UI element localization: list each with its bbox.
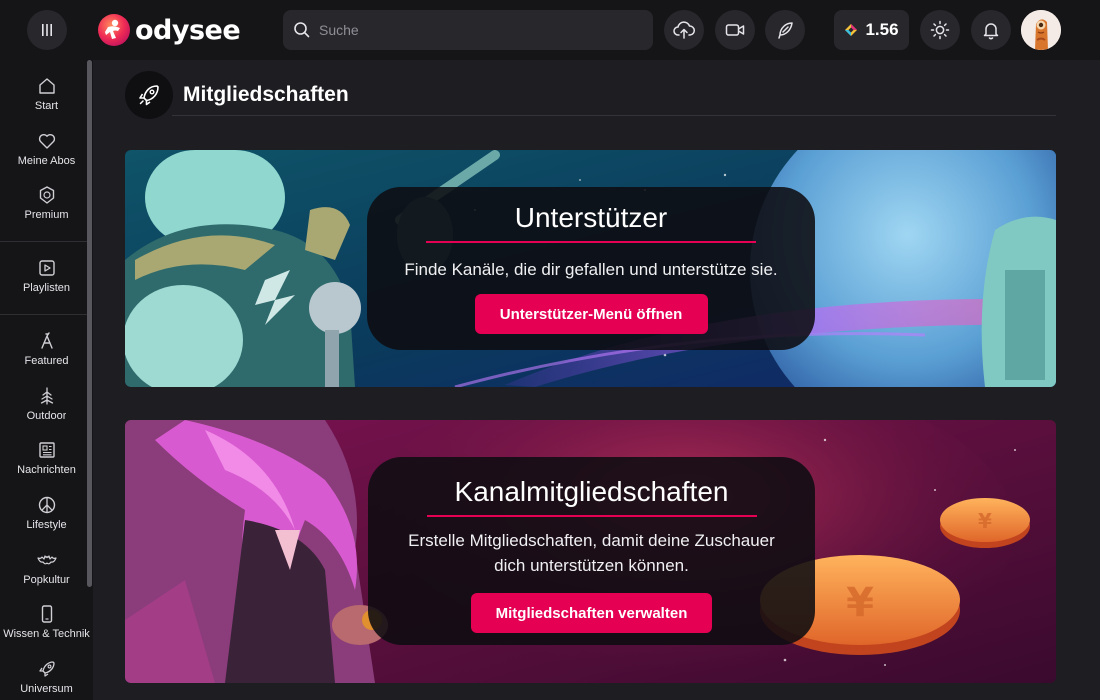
membership-description-line2: dich unterstützen können.	[494, 556, 689, 575]
open-supporter-menu-button[interactable]: Unterstützer-Menü öffnen	[474, 294, 708, 334]
rocket-icon	[38, 661, 55, 677]
sidebar-item-nachrichten[interactable]: Nachrichten	[0, 440, 93, 476]
wallet-balance-button[interactable]: 1.56	[834, 10, 909, 50]
sidebar-item-start[interactable]: Start	[0, 76, 93, 112]
sidebar-item-label: Wissen & Technik	[3, 628, 90, 640]
sidebar: Start Meine Abos Premium Playlisten Feat…	[0, 60, 93, 700]
sidebar-divider	[0, 241, 90, 242]
menu-icon	[42, 24, 52, 36]
channel-membership-card: ¥ ¥ Kanalmitgliedschaften Erstelle Mitgl…	[125, 420, 1056, 683]
sidebar-item-label: Nachrichten	[17, 464, 76, 476]
rocket-icon	[139, 85, 159, 106]
heart-icon	[38, 133, 55, 149]
manage-memberships-button[interactable]: Mitgliedschaften verwalten	[471, 593, 712, 633]
sidebar-item-wissen-technik[interactable]: Wissen & Technik	[0, 604, 93, 640]
sidebar-item-label: Start	[34, 100, 59, 112]
sidebar-item-outdoor[interactable]: Outdoor	[0, 386, 93, 422]
home-icon	[38, 78, 55, 94]
supporter-description: Finde Kanäle, die dir gefallen und unter…	[404, 260, 778, 279]
odysee-logo[interactable]: odysee	[97, 10, 241, 50]
sidebar-item-label: Popkultur	[23, 574, 70, 586]
membership-info-panel: Kanalmitgliedschaften Erstelle Mitglieds…	[368, 457, 815, 645]
svg-text:¥: ¥	[846, 580, 874, 626]
user-avatar[interactable]	[1021, 10, 1061, 50]
featured-icon	[40, 332, 53, 349]
membership-description-line1: Erstelle Mitgliedschaften, damit deine Z…	[408, 531, 775, 550]
feather-icon	[778, 22, 793, 39]
lbc-credits-icon	[845, 24, 858, 36]
video-camera-icon	[725, 24, 745, 36]
odysee-logo-icon	[98, 14, 130, 46]
top-header: odysee 1.56	[0, 0, 1100, 60]
sidebar-item-label: Playlisten	[22, 282, 71, 294]
sidebar-scrollbar[interactable]	[87, 60, 92, 587]
sidebar-item-featured[interactable]: Featured	[0, 331, 93, 367]
playlist-icon	[38, 260, 55, 276]
peace-icon	[38, 496, 55, 514]
sidebar-toggle-button[interactable]	[27, 10, 67, 50]
upload-button[interactable]	[664, 10, 704, 50]
sidebar-item-popkultur[interactable]: Popkultur	[0, 550, 93, 586]
credits-value: 1.56	[865, 20, 899, 39]
premium-icon	[39, 186, 54, 204]
search-bar[interactable]	[283, 10, 653, 50]
page-title: Mitgliedschaften	[183, 83, 349, 106]
sidebar-item-label: Lifestyle	[26, 519, 67, 531]
notifications-button[interactable]	[971, 10, 1011, 50]
post-button[interactable]	[765, 10, 805, 50]
supporter-info-panel: Unterstützer Finde Kanäle, die dir gefal…	[367, 187, 815, 350]
supporter-title: Unterstützer	[426, 202, 756, 243]
sun-icon	[930, 20, 950, 40]
cloud-upload-icon	[673, 21, 695, 39]
sidebar-item-playlisten[interactable]: Playlisten	[0, 258, 93, 294]
theme-toggle-button[interactable]	[920, 10, 960, 50]
page-icon-badge	[125, 71, 173, 119]
page-header: Mitgliedschaften	[125, 71, 349, 119]
go-live-button[interactable]	[715, 10, 755, 50]
batman-icon	[36, 555, 57, 565]
sidebar-item-label: Meine Abos	[17, 155, 76, 167]
svg-text:¥: ¥	[978, 509, 992, 533]
page-title-divider	[172, 115, 1056, 116]
search-icon	[294, 22, 310, 38]
sidebar-item-label: Outdoor	[26, 410, 67, 422]
sidebar-item-universum[interactable]: Universum	[0, 659, 93, 695]
sidebar-item-label: Featured	[24, 355, 69, 367]
sidebar-item-label: Universum	[20, 683, 73, 695]
newspaper-icon	[38, 442, 55, 458]
supporter-card: Unterstützer Finde Kanäle, die dir gefal…	[125, 150, 1056, 387]
sidebar-item-premium[interactable]: Premium	[0, 185, 93, 221]
membership-title: Kanalmitgliedschaften	[426, 476, 757, 517]
sidebar-item-meine-abos[interactable]: Meine Abos	[0, 131, 93, 167]
logo-text: odysee	[135, 14, 241, 46]
sidebar-divider	[0, 314, 90, 315]
sidebar-item-label: Premium	[24, 209, 69, 221]
phone-icon	[41, 605, 52, 623]
avatar-image	[1021, 10, 1061, 50]
sidebar-item-lifestyle[interactable]: Lifestyle	[0, 495, 93, 531]
bell-icon	[983, 23, 999, 40]
tree-icon	[40, 387, 53, 405]
search-input[interactable]	[319, 22, 639, 38]
